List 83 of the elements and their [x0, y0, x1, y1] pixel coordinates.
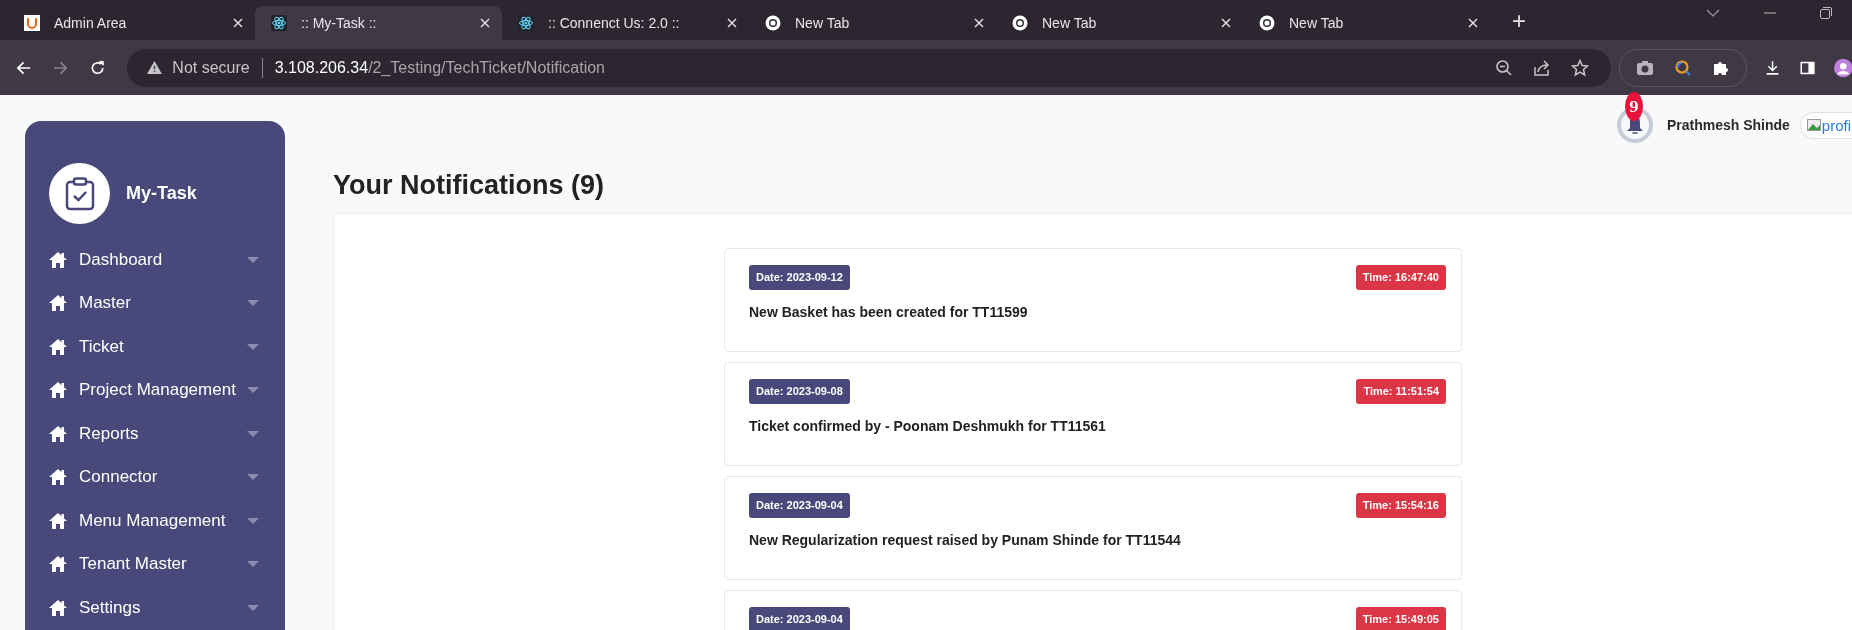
home-icon	[49, 599, 67, 616]
browser-tab[interactable]: :: My-Task ::	[255, 6, 502, 40]
notification-message: Ticket confirmed by - Poonam Deshmukh for TT11561	[749, 418, 1107, 434]
close-icon[interactable]	[480, 18, 490, 28]
sidebar-item[interactable]: Ticket	[49, 325, 285, 369]
notification-message: New Regularization request raised by Punam Shinde for TT11544	[749, 532, 1182, 548]
sidebar-item[interactable]: Settings	[49, 586, 285, 630]
home-icon	[49, 251, 67, 268]
sidebar-item[interactable]: Master	[49, 281, 285, 325]
browser-logo-icon	[765, 15, 781, 31]
zoom-out-icon[interactable]	[1495, 58, 1514, 77]
tab-title: New Tab	[1042, 15, 1098, 31]
home-icon	[49, 425, 67, 442]
user-name: Prathmesh Shinde	[1666, 117, 1790, 133]
browser-tab[interactable]: New Tab	[749, 6, 996, 40]
camera-icon[interactable]	[1636, 58, 1655, 77]
time-badge: Time: 16:47:40	[1355, 265, 1446, 290]
sidebar-item[interactable]: Dashboard	[49, 238, 285, 282]
page-title: Your Notifications (9)	[333, 169, 605, 202]
tab-title: New Tab	[1289, 15, 1345, 31]
close-icon[interactable]	[233, 18, 243, 28]
caret-icon	[247, 387, 259, 394]
clipboard-check-icon	[64, 176, 95, 211]
time-badge: Time: 15:54:16	[1355, 493, 1446, 518]
tab-title: New Tab	[795, 15, 851, 31]
tab-title: :: Connenct Us: 2.0 ::	[548, 15, 681, 31]
home-icon	[49, 382, 67, 399]
caret-icon	[247, 561, 259, 568]
app-name: My-Task	[126, 183, 197, 204]
atom-icon	[518, 15, 534, 31]
broken-image-icon	[1806, 119, 1821, 131]
date-badge: Date: 2023-09-04	[749, 607, 850, 630]
caret-icon	[247, 517, 259, 524]
close-icon[interactable]	[1221, 18, 1231, 28]
download-icon[interactable]	[1765, 58, 1781, 77]
security-label: Not secure	[172, 58, 250, 77]
caret-icon	[247, 430, 259, 437]
restore-icon[interactable]	[1820, 7, 1832, 19]
time-badge: Time: 11:51:54	[1356, 379, 1446, 404]
address-bar[interactable]: Not secure 3.108.206.34/2_Testing/TechTicket/Notification	[127, 48, 1612, 87]
atom-icon	[271, 15, 287, 31]
browser-tab[interactable]: New Tab	[996, 6, 1243, 40]
caret-icon	[247, 256, 259, 263]
star-icon[interactable]	[1571, 58, 1590, 77]
browser-logo-icon	[1012, 15, 1028, 31]
date-badge: Date: 2023-09-08	[749, 379, 850, 404]
caret-icon	[247, 300, 259, 307]
profile-avatar-icon[interactable]	[1833, 56, 1852, 79]
home-icon	[49, 469, 67, 486]
notification-message: New Basket has been created for TT11599	[749, 304, 1029, 320]
sidebar-item[interactable]: Project Management	[49, 368, 285, 412]
browser-tab[interactable]: New Tab	[1243, 6, 1490, 40]
sidebar-item[interactable]: Reports	[49, 412, 285, 456]
magnifier-icon[interactable]	[1674, 58, 1693, 77]
sidebar-item[interactable]: Tenant Master	[49, 542, 285, 586]
caret-icon	[247, 604, 259, 611]
home-icon	[49, 338, 67, 355]
browser-tab[interactable]: Admin Area	[8, 6, 255, 40]
home-icon	[49, 295, 67, 312]
warning-icon	[147, 61, 163, 74]
tab-title: :: My-Task ::	[301, 15, 378, 31]
close-icon[interactable]	[974, 18, 984, 28]
close-icon[interactable]	[727, 18, 737, 28]
chevron-down-icon[interactable]	[1706, 9, 1720, 17]
date-badge: Date: 2023-09-12	[749, 265, 850, 290]
reload-icon[interactable]	[90, 58, 106, 77]
date-badge: Date: 2023-09-04	[749, 493, 850, 518]
caret-icon	[247, 343, 259, 350]
sidebar-item[interactable]: Connector	[49, 455, 285, 499]
new-tab-button[interactable]: +	[1512, 8, 1526, 34]
close-icon[interactable]	[1468, 18, 1478, 28]
browser-logo-icon	[1259, 15, 1275, 31]
sidebar-item[interactable]: Menu Management	[49, 499, 285, 543]
time-badge: Time: 15:49:05	[1355, 607, 1446, 630]
url-text: 3.108.206.34/2_Testing/TechTicket/Notification	[274, 58, 605, 77]
home-icon	[49, 512, 67, 529]
site-logo-icon	[24, 15, 40, 31]
share-icon[interactable]	[1533, 58, 1552, 77]
caret-icon	[247, 474, 259, 481]
home-icon	[49, 556, 67, 573]
tab-title: Admin Area	[54, 15, 128, 31]
profile-image-placeholder[interactable]: profi	[1799, 111, 1852, 139]
browser-tab[interactable]: :: Connenct Us: 2.0 ::	[502, 6, 749, 40]
